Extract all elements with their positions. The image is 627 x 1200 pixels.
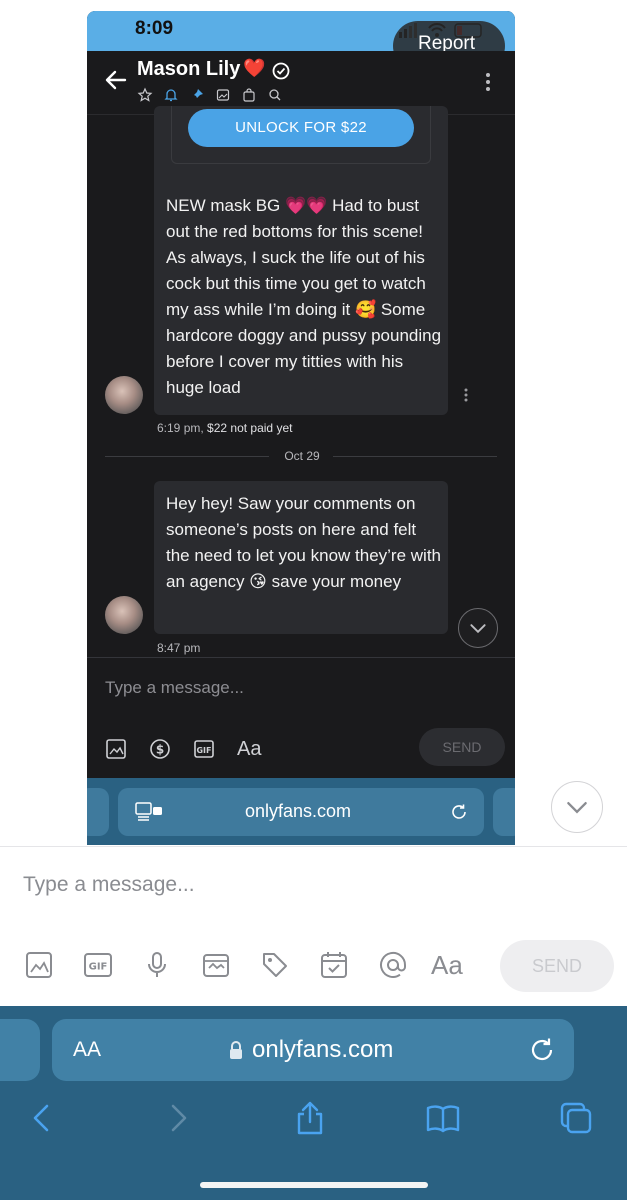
text-format-button[interactable]: Aa (237, 738, 261, 761)
reload-icon[interactable] (449, 802, 469, 822)
reload-icon[interactable] (528, 1036, 556, 1064)
gif-icon[interactable]: GIF (83, 950, 113, 980)
chevron-down-icon[interactable] (551, 781, 603, 833)
svg-text:GIF: GIF (89, 962, 108, 973)
at-icon[interactable] (378, 950, 408, 980)
share-icon[interactable] (292, 1100, 328, 1136)
image-icon[interactable] (105, 738, 127, 760)
bag-icon[interactable] (241, 87, 257, 103)
inner-url[interactable]: onlyfans.com (245, 801, 351, 822)
compose-toolbar: $ GIF Aa (105, 737, 261, 761)
chevron-down-icon[interactable] (458, 608, 498, 648)
star-icon[interactable] (137, 87, 153, 103)
contact-name[interactable]: Mason Lily (137, 58, 240, 81)
inner-status-time: 8:09 (135, 18, 174, 39)
tabs-icon[interactable] (558, 1100, 594, 1136)
pin-icon[interactable] (189, 87, 205, 103)
compose-toolbar: GIF (24, 948, 437, 982)
price-status: $22 not paid yet (207, 421, 293, 435)
price-tag-icon[interactable] (260, 950, 290, 980)
verified-check-icon (272, 62, 290, 80)
tab-peek-left[interactable] (0, 1019, 40, 1081)
embedded-screenshot: 8:09 Report Mason Lily ❤️ UNLOCK FOR $22… (87, 11, 515, 845)
divider (333, 456, 497, 457)
svg-text:GIF: GIF (196, 746, 211, 755)
text-format-button[interactable]: Aa (431, 950, 463, 981)
date-divider-label: Oct 29 (284, 449, 320, 463)
dollar-icon[interactable]: $ (149, 738, 171, 760)
message-text: NEW mask BG 💗💗 Had to bust out the red b… (166, 196, 442, 397)
message-input[interactable]: Type a message... (105, 678, 244, 698)
kebab-icon[interactable] (485, 71, 491, 93)
avatar[interactable] (105, 596, 143, 634)
divider (87, 657, 515, 658)
tab-peek-left[interactable] (87, 788, 109, 836)
url-text[interactable]: onlyfans.com (252, 1036, 393, 1064)
message-time: 6:19 pm, (157, 421, 204, 435)
message-input[interactable]: Type a message... (23, 873, 195, 897)
back-icon[interactable] (24, 1100, 60, 1136)
message-options-icon[interactable] (464, 388, 468, 402)
microphone-icon[interactable] (142, 950, 172, 980)
calendar-icon[interactable] (319, 950, 349, 980)
arrow-left-icon[interactable] (105, 69, 127, 91)
divider (105, 456, 269, 457)
forward-icon[interactable] (160, 1100, 196, 1136)
reader-icon[interactable] (135, 801, 163, 823)
heart-emoji: ❤️ (243, 58, 266, 79)
message-meta: 6:19 pm, $22 not paid yet (157, 421, 292, 435)
lock-icon (230, 1041, 242, 1059)
send-button[interactable]: SEND (500, 940, 614, 992)
search-icon[interactable] (267, 87, 283, 103)
header-icon-row (137, 87, 283, 103)
message-time: 8:47 pm (157, 641, 201, 655)
image-icon[interactable] (215, 87, 231, 103)
text-size-button[interactable]: AA (73, 1038, 101, 1062)
unlock-button[interactable]: UNLOCK FOR $22 (188, 109, 414, 147)
avatar[interactable] (105, 376, 143, 414)
send-button[interactable]: SEND (419, 728, 505, 766)
image-icon[interactable] (24, 950, 54, 980)
bookmarks-icon[interactable] (425, 1100, 461, 1136)
gif-icon[interactable]: GIF (193, 738, 215, 760)
message-text: Hey hey! Saw your comments on someone’s … (166, 494, 441, 591)
home-indicator[interactable] (200, 1182, 428, 1188)
screen: 8:09 Report Mason Lily ❤️ UNLOCK FOR $22… (0, 0, 627, 1200)
svg-text:$: $ (156, 743, 164, 757)
tab-peek-right[interactable] (493, 788, 515, 836)
bell-icon[interactable] (163, 87, 179, 103)
vault-icon[interactable] (201, 950, 231, 980)
